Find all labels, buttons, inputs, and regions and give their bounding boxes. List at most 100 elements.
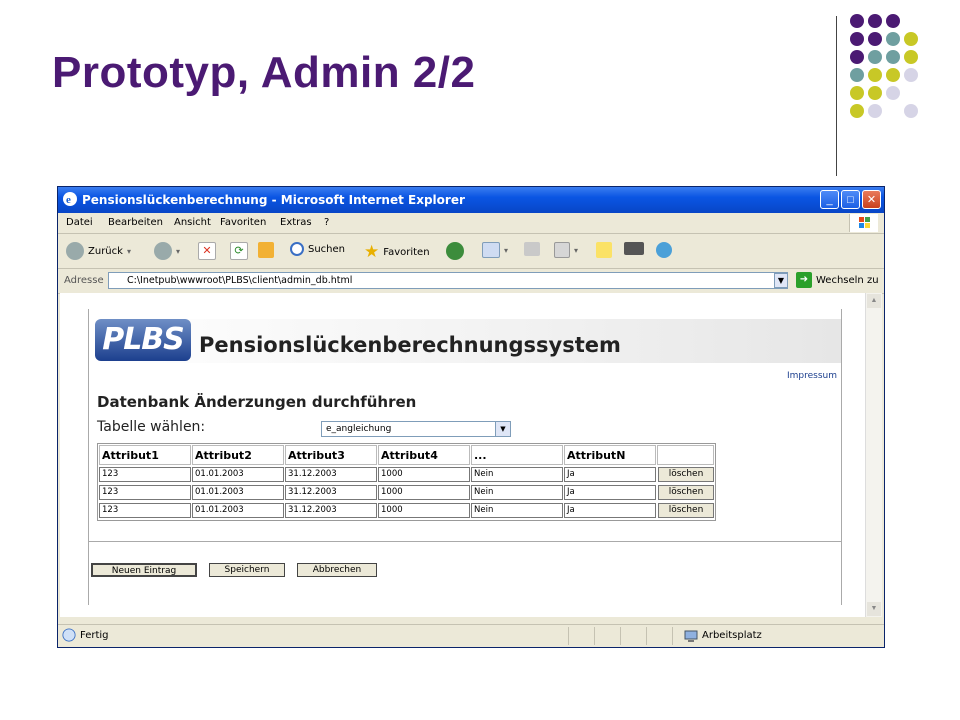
menu-bearbeiten[interactable]: Bearbeiten (108, 217, 163, 228)
address-dropdown-button[interactable]: ▼ (774, 273, 788, 288)
column-header: AttributN (564, 445, 656, 465)
menu-help[interactable]: ? (324, 217, 329, 228)
menubar: Datei Bearbeiten Ansicht Favoriten Extra… (58, 213, 884, 234)
print-icon (524, 242, 540, 256)
cell-input[interactable]: 123 (99, 503, 191, 518)
cell-input[interactable]: 01.01.2003 (192, 485, 284, 500)
star-icon: ★ (364, 242, 380, 262)
table-row: 123 01.01.2003 31.12.2003 1000 Nein Ja l… (99, 466, 714, 483)
slide-title: Prototyp, Admin 2/2 (52, 48, 476, 97)
forward-button[interactable]: ▾ (154, 242, 180, 260)
decorative-dot-grid (846, 12, 956, 162)
cell-input[interactable]: 31.12.2003 (285, 503, 377, 518)
decorative-dot (850, 104, 864, 118)
ie-icon: e (63, 192, 77, 206)
print-button[interactable] (524, 242, 540, 256)
decorative-dot (868, 32, 882, 46)
cell-input[interactable]: 123 (99, 485, 191, 500)
close-button[interactable]: ✕ (862, 190, 881, 209)
plbs-logo: PLBS (95, 319, 191, 361)
cell-input[interactable]: Nein (471, 467, 563, 482)
go-arrow-icon: ➜ (796, 272, 812, 288)
address-input[interactable]: C:\Inetpub\wwwroot\PLBS\client\admin_db.… (108, 272, 788, 289)
cell-input[interactable]: 123 (99, 467, 191, 482)
home-button[interactable] (258, 242, 274, 258)
new-entry-button[interactable]: Neuen Eintrag (91, 563, 197, 577)
stop-button[interactable]: ✕ (198, 242, 216, 260)
zone-text: Arbeitsplatz (702, 630, 762, 641)
decorative-dot (886, 32, 900, 46)
back-arrow-icon (66, 242, 84, 260)
menu-extras[interactable]: Extras (280, 217, 312, 228)
menu-ansicht[interactable]: Ansicht (174, 217, 211, 228)
delete-button[interactable]: löschen (658, 485, 714, 500)
app-page: PLBS Pensionslückenberechnungssystem Imp… (88, 309, 842, 605)
cell-input[interactable]: 01.01.2003 (192, 503, 284, 518)
cell-input[interactable]: Ja (564, 467, 656, 482)
decorative-dot (904, 32, 918, 46)
decorative-dot (850, 50, 864, 64)
cell-input[interactable]: Nein (471, 485, 563, 500)
edit-icon (554, 242, 570, 258)
search-icon (290, 242, 304, 256)
column-header: Attribut2 (192, 445, 284, 465)
notes-button[interactable] (596, 242, 612, 258)
data-table: Attribut1 Attribut2 Attribut3 Attribut4 … (97, 443, 716, 521)
history-button[interactable] (446, 242, 464, 260)
windows-logo-icon (849, 214, 878, 232)
address-value: C:\Inetpub\wwwroot\PLBS\client\admin_db.… (127, 275, 353, 286)
column-header: Attribut3 (285, 445, 377, 465)
decorative-dot (886, 14, 900, 28)
decorative-dot (850, 86, 864, 100)
spy-button[interactable] (624, 242, 644, 255)
cell-input[interactable]: 1000 (378, 485, 470, 500)
status-text: Fertig (80, 630, 109, 641)
page-content: PLBS Pensionslückenberechnungssystem Imp… (60, 293, 868, 617)
table-select-value: e_angleichung (326, 424, 392, 434)
messenger-icon (656, 242, 672, 258)
history-icon (446, 242, 464, 260)
mail-button[interactable]: ▾ (482, 242, 508, 258)
scroll-down-icon[interactable]: ▼ (867, 602, 881, 616)
save-button[interactable]: Speichern (209, 563, 285, 577)
refresh-button[interactable]: ⟳ (230, 242, 248, 260)
favorites-button[interactable]: ★ Favoriten (364, 242, 430, 262)
cell-input[interactable]: 31.12.2003 (285, 467, 377, 482)
decorative-dot (850, 32, 864, 46)
decorative-dot (850, 14, 864, 28)
table-row: 123 01.01.2003 31.12.2003 1000 Nein Ja l… (99, 502, 714, 519)
delete-button[interactable]: löschen (658, 503, 714, 518)
cell-input[interactable]: Nein (471, 503, 563, 518)
maximize-button[interactable]: □ (841, 190, 860, 209)
table-select[interactable]: e_angleichung ▼ (321, 421, 511, 437)
cell-input[interactable]: 1000 (378, 467, 470, 482)
vertical-scrollbar[interactable]: ▲ ▼ (865, 293, 882, 617)
cancel-button[interactable]: Abbrechen (297, 563, 377, 577)
table-row: 123 01.01.2003 31.12.2003 1000 Nein Ja l… (99, 484, 714, 501)
edit-button[interactable]: ▾ (554, 242, 578, 258)
decorative-dot (886, 86, 900, 100)
impressum-link[interactable]: Impressum (787, 371, 837, 381)
cell-input[interactable]: 1000 (378, 503, 470, 518)
page-icon (62, 628, 76, 642)
decorative-dot (868, 68, 882, 82)
browser-titlebar[interactable]: e Pensionslückenberechnung - Microsoft I… (58, 187, 884, 213)
menu-favoriten[interactable]: Favoriten (220, 217, 266, 228)
delete-button[interactable]: löschen (658, 467, 714, 482)
search-button[interactable]: Suchen (290, 242, 345, 256)
spy-icon (624, 242, 644, 255)
go-button[interactable]: ➜ Wechseln zu (796, 272, 879, 288)
scroll-up-icon[interactable]: ▲ (867, 294, 881, 308)
cell-input[interactable]: 31.12.2003 (285, 485, 377, 500)
go-label: Wechseln zu (816, 274, 879, 286)
cell-input[interactable]: 01.01.2003 (192, 467, 284, 482)
refresh-icon: ⟳ (230, 242, 248, 260)
cell-input[interactable]: Ja (564, 485, 656, 500)
menu-datei[interactable]: Datei (66, 217, 93, 228)
chevron-down-icon: ▼ (495, 422, 510, 436)
back-button[interactable]: Zurück ▾ (66, 242, 131, 260)
decorative-dot (868, 14, 882, 28)
cell-input[interactable]: Ja (564, 503, 656, 518)
minimize-button[interactable]: _ (820, 190, 839, 209)
messenger-button[interactable] (656, 242, 672, 258)
